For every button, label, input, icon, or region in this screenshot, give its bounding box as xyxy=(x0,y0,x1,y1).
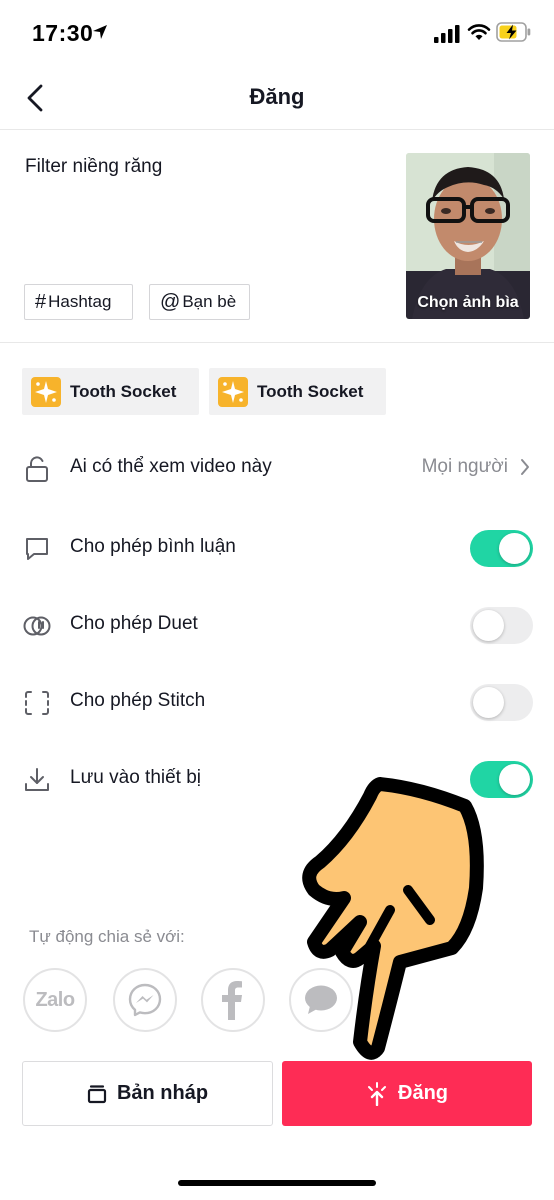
facebook-icon xyxy=(222,981,242,1020)
cellular-signal-icon xyxy=(434,25,460,43)
nav-bar: Đăng xyxy=(0,68,554,130)
download-icon xyxy=(25,768,49,791)
status-time: 17:30 xyxy=(32,20,94,46)
draft-label: Bản nháp xyxy=(116,1082,209,1104)
cover-selector[interactable]: Chọn ảnh bìa xyxy=(406,153,530,319)
toggle-knob xyxy=(499,764,530,795)
mention-friends-button[interactable]: @ Bạn bè xyxy=(149,284,250,320)
pointing-hand-icon xyxy=(302,777,484,1060)
duet-setting-row: Cho phép Duet xyxy=(0,600,554,650)
post-button[interactable]: Đăng xyxy=(282,1061,532,1126)
sparkle-icon xyxy=(31,376,61,407)
page-title: Đăng xyxy=(249,84,305,109)
stitch-toggle[interactable] xyxy=(470,684,533,721)
drafts-icon xyxy=(87,1084,107,1103)
comments-label: Cho phép bình luận xyxy=(70,536,236,557)
duet-label: Cho phép Duet xyxy=(70,613,198,634)
privacy-value-text: Mọi người xyxy=(421,456,508,477)
location-arrow-icon xyxy=(93,25,107,39)
post-label: Đăng xyxy=(398,1082,448,1104)
cover-label: Chọn ảnh bìa xyxy=(417,294,519,311)
hashtag-symbol: # xyxy=(35,290,47,313)
home-indicator xyxy=(178,1180,376,1186)
share-zalo-button[interactable]: Zalo xyxy=(23,968,87,1032)
effect-label: Tooth Socket xyxy=(257,381,364,401)
duet-toggle[interactable] xyxy=(470,607,533,644)
caption-input[interactable]: Filter niềng răng xyxy=(25,156,162,178)
battery-charging-icon xyxy=(496,22,531,42)
stitch-label: Cho phép Stitch xyxy=(70,690,206,711)
comments-toggle[interactable] xyxy=(470,530,533,567)
privacy-label: Ai có thể xem video này xyxy=(70,456,272,477)
wifi-icon xyxy=(467,24,491,40)
status-bar: 17:30 xyxy=(0,0,554,68)
post-sparkle-icon xyxy=(368,1081,386,1106)
effect-label: Tooth Socket xyxy=(70,381,177,401)
privacy-setting-row[interactable]: Ai có thể xem video này Mọi người xyxy=(0,443,554,493)
messenger-icon xyxy=(128,983,162,1017)
zalo-icon: Zalo xyxy=(35,988,75,1011)
chevron-right-icon xyxy=(521,459,529,475)
stitch-icon xyxy=(25,691,49,715)
duet-icon xyxy=(23,616,51,636)
effect-tag[interactable]: Tooth Socket xyxy=(209,368,386,415)
lock-icon xyxy=(26,456,48,482)
hashtag-label: Hashtag xyxy=(48,292,112,311)
comment-icon xyxy=(26,538,48,560)
sparkle-icon xyxy=(218,376,248,407)
toggle-knob xyxy=(499,533,530,564)
toggle-knob xyxy=(473,687,504,718)
draft-button[interactable]: Bản nháp xyxy=(22,1061,273,1126)
stitch-setting-row: Cho phép Stitch xyxy=(0,677,554,727)
save-label: Lưu vào thiết bị xyxy=(70,767,202,788)
effect-tag[interactable]: Tooth Socket xyxy=(22,368,199,415)
share-title: Tự động chia sẻ với: xyxy=(29,927,185,946)
share-messenger-button[interactable] xyxy=(113,968,177,1032)
privacy-value[interactable]: Mọi người xyxy=(422,456,530,478)
share-facebook-button[interactable] xyxy=(201,968,265,1032)
mention-symbol: @ xyxy=(160,290,181,313)
mention-label: Bạn bè xyxy=(182,292,237,311)
divider xyxy=(0,342,554,343)
comments-setting-row: Cho phép bình luận xyxy=(0,523,554,573)
toggle-knob xyxy=(473,610,504,641)
hashtag-button[interactable]: # Hashtag xyxy=(24,284,133,320)
